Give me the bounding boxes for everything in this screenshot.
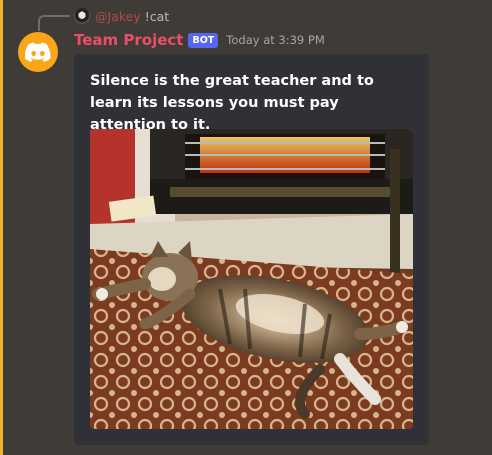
reply-reference[interactable]: @Jakey !cat <box>74 7 169 25</box>
embed-card: Silence is the great teacher and to lear… <box>74 54 429 445</box>
discord-logo-icon <box>25 42 51 62</box>
author-username[interactable]: Team Project <box>74 31 183 49</box>
avatar[interactable] <box>18 32 58 72</box>
embed-image[interactable] <box>90 129 413 429</box>
reply-spine <box>38 15 70 31</box>
cat-photo <box>90 129 413 429</box>
message-header: Team Project BOT Today at 3:39 PM <box>74 30 325 50</box>
reply-avatar[interactable] <box>74 8 90 24</box>
message-timestamp[interactable]: Today at 3:39 PM <box>226 33 324 47</box>
embed-description: Silence is the great teacher and to lear… <box>90 73 374 133</box>
reply-username[interactable]: @Jakey <box>95 9 141 24</box>
reply-content[interactable]: !cat <box>145 9 169 24</box>
bot-tag-badge: BOT <box>188 32 219 48</box>
